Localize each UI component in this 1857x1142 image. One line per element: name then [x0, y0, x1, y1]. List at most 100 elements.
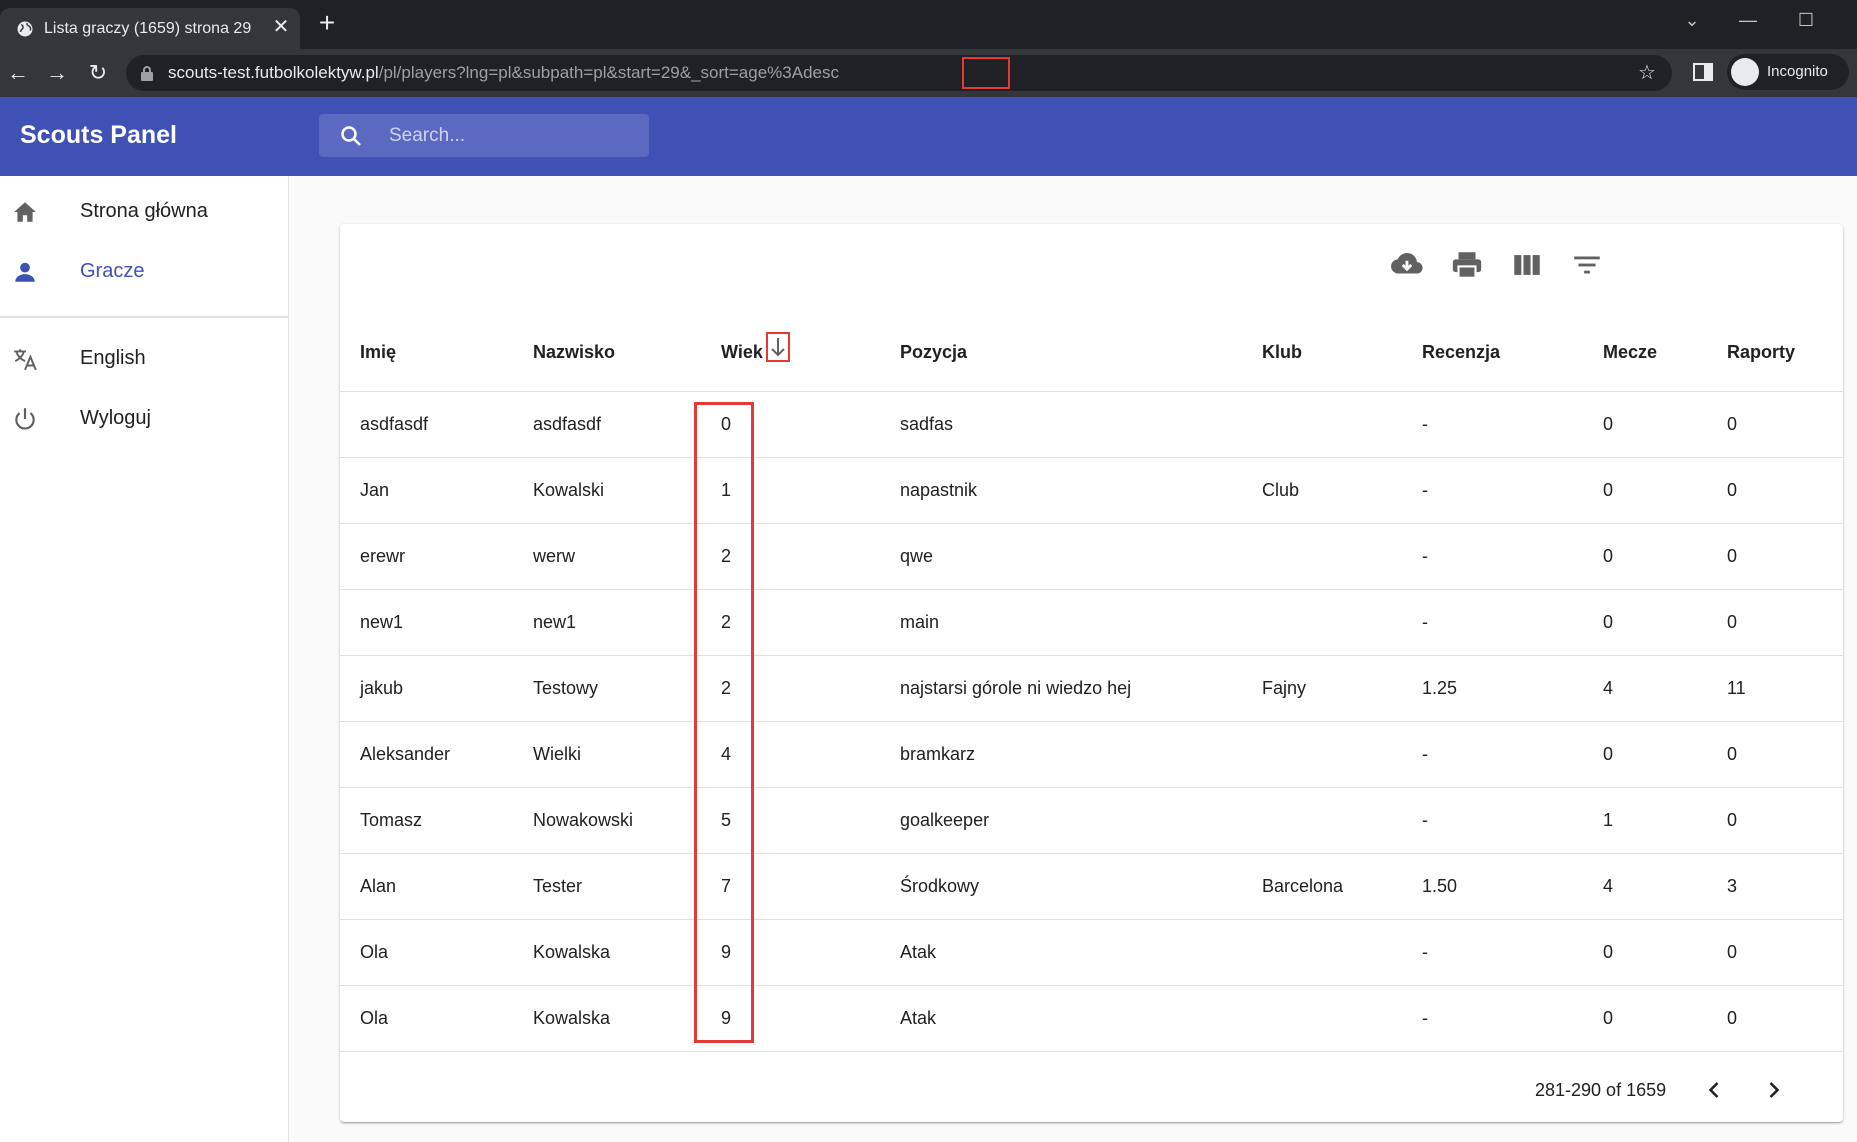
back-icon[interactable]: ← — [4, 59, 32, 87]
cell-first-name: jakub — [360, 678, 404, 698]
power-icon — [15, 408, 35, 430]
table-row[interactable]: Aleksander Wielki 4 bramkarz -0 0 — [340, 722, 1843, 788]
search-box[interactable] — [319, 114, 649, 157]
cell-matches: 0 — [1603, 414, 1614, 434]
cell-position: Środkowy — [900, 876, 980, 896]
table-row[interactable]: asdfasdf asdfasdf 0 sadfas -0 0 — [340, 392, 1843, 458]
cell-last-name: asdfasdf — [533, 414, 602, 434]
close-tab-icon[interactable]: ✕ — [270, 16, 292, 38]
table-row[interactable]: new1 new1 2 main -0 0 — [340, 590, 1843, 656]
sidebar-item-label: Gracze — [80, 260, 145, 282]
chevron-right-icon[interactable] — [1760, 1076, 1788, 1104]
minimize-icon[interactable]: — — [1734, 6, 1762, 34]
table-row[interactable]: Jan Kowalski 1 napastnik Club -0 0 — [340, 458, 1843, 524]
cell-matches: 4 — [1603, 876, 1614, 896]
cell-reports: 0 — [1727, 612, 1738, 632]
sidebar-item-language[interactable]: English — [0, 330, 288, 386]
cell-last-name: Kowalska — [533, 1008, 611, 1028]
cell-review: 1.50 — [1422, 876, 1458, 896]
cell-last-name: Nowakowski — [533, 810, 634, 830]
cell-position: main — [900, 612, 940, 632]
cell-review: - — [1422, 810, 1428, 830]
cell-first-name: Alan — [360, 876, 397, 896]
cell-review: - — [1422, 1008, 1428, 1028]
filter-list-icon[interactable] — [1570, 248, 1604, 282]
url-text: scouts-test.futbolkolektyw.pl/pl/players… — [168, 63, 839, 83]
cell-first-name: Jan — [360, 480, 390, 500]
cell-review: - — [1422, 546, 1428, 566]
url-host: scouts-test.futbolkolektyw.pl — [168, 63, 379, 82]
browser-tabstrip: Lista graczy (1659) strona 29 ✕ + ⌄ — ☐ — [0, 0, 1857, 49]
cell-reports: 0 — [1727, 1008, 1738, 1028]
sidebar-item-logout[interactable]: Wyloguj — [0, 390, 288, 446]
sidebar-item-label: Wyloguj — [80, 407, 151, 429]
side-panel-icon[interactable] — [1692, 61, 1714, 83]
cell-first-name: asdfasdf — [360, 414, 429, 434]
cell-last-name: Tester — [533, 876, 583, 896]
column-header-last-name[interactable]: Nazwisko — [533, 342, 615, 363]
cell-position: najstarsi górole ni wiedzo hej — [900, 678, 1132, 698]
tab-title: Lista graczy (1659) strona 29 — [44, 20, 252, 37]
cell-review: 1.25 — [1422, 678, 1458, 698]
chevron-left-icon[interactable] — [1700, 1076, 1728, 1104]
main-content: Imię Nazwisko Wiek Pozycja Klub Recenzja… — [289, 176, 1857, 1142]
cell-last-name: new1 — [533, 612, 577, 632]
cell-matches: 0 — [1603, 942, 1614, 962]
table-row[interactable]: erewr werw 2 qwe -0 0 — [340, 524, 1843, 590]
cell-review: - — [1422, 612, 1428, 632]
reload-icon[interactable]: ↻ — [84, 59, 112, 87]
table-header: Imię Nazwisko Wiek Pozycja Klub Recenzja… — [340, 298, 1843, 392]
cell-last-name: werw — [533, 546, 576, 566]
cell-review: - — [1422, 744, 1428, 764]
download-icon[interactable] — [1390, 248, 1424, 282]
cell-matches: 0 — [1603, 480, 1614, 500]
table-row[interactable]: Ola Kowalska 9 Atak -0 0 — [340, 986, 1843, 1052]
pagination-info: 281-290 of 1659 — [1535, 1080, 1667, 1100]
sidebar-divider — [0, 316, 288, 318]
cell-club: Club — [1262, 480, 1300, 500]
search-input[interactable] — [387, 120, 637, 152]
column-header-first-name[interactable]: Imię — [360, 342, 396, 363]
column-header-reports[interactable]: Raporty — [1727, 342, 1795, 363]
age-column-highlight-box — [694, 402, 754, 1043]
column-header-review[interactable]: Recenzja — [1422, 342, 1500, 363]
sidebar-item-label: English — [80, 347, 146, 369]
cell-matches: 0 — [1603, 546, 1614, 566]
address-bar[interactable]: scouts-test.futbolkolektyw.pl/pl/players… — [126, 55, 1672, 91]
new-tab-button[interactable]: + — [315, 9, 339, 37]
cell-position: Atak — [900, 1008, 937, 1028]
forward-icon[interactable]: → — [43, 59, 71, 87]
column-header-age[interactable]: Wiek — [721, 342, 763, 363]
cell-first-name: Aleksander — [360, 744, 451, 764]
sidebar-item-label: Strona główna — [80, 200, 208, 222]
table-row[interactable]: Ola Kowalska 9 Atak -0 0 — [340, 920, 1843, 986]
cell-position: napastnik — [900, 480, 978, 500]
person-icon — [15, 262, 35, 282]
print-icon[interactable] — [1450, 248, 1484, 282]
cell-position: Atak — [900, 942, 937, 962]
app-title: Scouts Panel — [20, 121, 177, 149]
cell-reports: 0 — [1727, 744, 1738, 764]
sidebar-item-home[interactable]: Strona główna — [0, 183, 288, 239]
table-row[interactable]: Alan Tester 7 Środkowy Barcelona 1.50 4 3 — [340, 854, 1843, 920]
column-header-club[interactable]: Klub — [1262, 342, 1302, 363]
sidebar-item-players[interactable]: Gracze — [0, 243, 288, 299]
cell-last-name: Wielki — [533, 744, 581, 764]
incognito-profile-button[interactable]: Incognito — [1727, 54, 1849, 90]
globe-icon — [17, 21, 33, 37]
view-columns-icon[interactable] — [1510, 248, 1544, 282]
maximize-icon[interactable]: ☐ — [1792, 6, 1820, 34]
browser-tab[interactable]: Lista graczy (1659) strona 29 ✕ — [0, 8, 300, 49]
table-row[interactable]: Tomasz Nowakowski 5 goalkeeper -1 0 — [340, 788, 1843, 854]
table-row[interactable]: jakub Testowy 2 najstarsi górole ni wiedzo … — [340, 656, 1843, 722]
sort-arrow-down-icon[interactable] — [768, 334, 788, 360]
bookmark-star-icon[interactable]: ☆ — [1636, 62, 1658, 84]
tab-search-icon[interactable]: ⌄ — [1678, 6, 1706, 34]
column-header-matches[interactable]: Mecze — [1603, 342, 1657, 363]
column-header-position[interactable]: Pozycja — [900, 342, 967, 363]
incognito-icon — [1731, 58, 1759, 86]
cell-club: Barcelona — [1262, 876, 1344, 896]
cell-last-name: Kowalski — [533, 480, 605, 500]
incognito-label: Incognito — [1767, 63, 1828, 80]
home-icon — [14, 202, 36, 222]
